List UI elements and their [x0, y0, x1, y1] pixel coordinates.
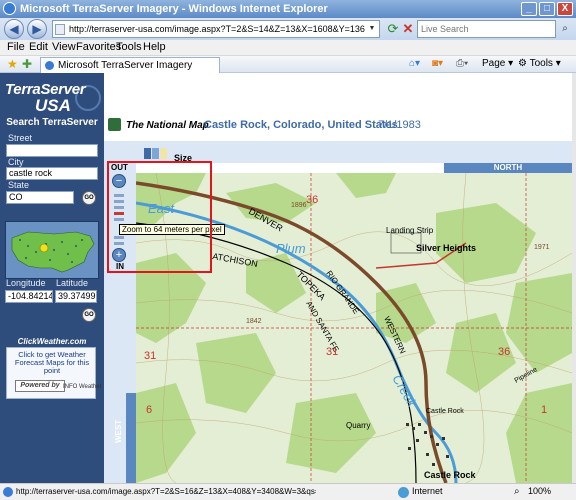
menu-view[interactable]: View	[52, 41, 76, 53]
zoom-level[interactable]: 100%	[528, 486, 551, 496]
menu-tools[interactable]: Tools	[116, 41, 142, 53]
latitude-label: Latitude	[56, 278, 89, 288]
page-icon	[55, 24, 65, 35]
tab-bar: ★ ✚ Microsoft TerraServer Imagery ⌂▾ ◙▾ …	[0, 56, 576, 73]
label-section-1: 1	[541, 404, 547, 416]
chevron-down-icon[interactable]: ▼	[366, 22, 378, 36]
national-map-logo-icon	[108, 118, 121, 131]
map-place: Castle Rock, Colorado, United States	[204, 119, 398, 131]
street-field[interactable]	[6, 144, 98, 157]
us-locator-map[interactable]	[5, 221, 99, 279]
zoom-control-highlight	[107, 161, 212, 273]
pan-north-button[interactable]: NORTH	[444, 163, 572, 173]
search-heading: Search TerraServer	[6, 117, 98, 128]
internet-explorer-icon	[3, 487, 13, 497]
city-field[interactable]: castle rock	[6, 167, 98, 180]
add-favorite-icon[interactable]: ✚	[22, 57, 32, 71]
menu-file[interactable]: File	[7, 41, 25, 53]
back-button[interactable]: ◀	[4, 19, 24, 39]
menu-bar: File Edit View Favorites Tools Help	[0, 40, 576, 56]
security-zone[interactable]: Internet	[412, 486, 443, 496]
label-section-31a: 31	[144, 350, 156, 362]
page-menu[interactable]: Page ▾	[482, 58, 513, 69]
main-content: The National Map Castle Rock, Colorado, …	[104, 73, 572, 483]
search-icon[interactable]: ⌕	[558, 22, 572, 36]
tab-terraserver[interactable]: Microsoft TerraServer Imagery	[40, 57, 220, 73]
label-plum: Plum	[276, 241, 306, 256]
home-icon[interactable]: ⌂▾	[409, 58, 420, 69]
address-input[interactable]: http://terraserver-usa.com/image.aspx?T=…	[52, 20, 380, 38]
gear-icon: ⚙	[518, 58, 527, 69]
label-section-36a: 36	[498, 346, 510, 358]
vertical-scrollbar[interactable]	[572, 73, 576, 483]
feeds-icon[interactable]: ◙▾	[432, 58, 443, 69]
terraserver-logo[interactable]: TerraServer USA	[5, 81, 101, 117]
state-label: State	[8, 180, 30, 190]
stop-button[interactable]: ✕	[401, 21, 415, 37]
west-label: WEST	[114, 419, 123, 443]
search-input[interactable]	[418, 21, 538, 37]
status-bar: http://terraserver-usa.com/image.aspx?T=…	[0, 483, 576, 500]
size-medium-button[interactable]	[152, 148, 159, 159]
clickweather-banner[interactable]: Click to get Weather Forecast Maps for t…	[6, 347, 102, 399]
tab-title: Microsoft TerraServer Imagery	[58, 60, 193, 71]
favorites-star-icon[interactable]: ★	[7, 57, 18, 71]
search-go-button[interactable]: GO	[82, 191, 96, 205]
status-url: http://terraserver-usa.com/image.aspx?T=…	[16, 487, 316, 496]
label-castle-rock-town: Castle Rock	[424, 470, 477, 480]
infoweather-logo: INFO Weather	[63, 384, 102, 390]
magnifier-icon: ⌕	[514, 486, 520, 497]
internet-explorer-icon	[45, 61, 54, 70]
longitude-label: Longitude	[6, 278, 46, 288]
label-section-36b: 36	[306, 194, 318, 206]
powered-by-badge: Powered by	[15, 380, 65, 392]
label-elevation-1896: 1896	[291, 202, 307, 209]
label-elevation-1842: 1842	[246, 318, 262, 325]
coordinates-go-button[interactable]: GO	[82, 308, 96, 322]
address-toolbar: ◀ ▶ http://terraserver-usa.com/image.asp…	[0, 18, 576, 40]
label-landing-strip: Landing Strip	[386, 226, 434, 235]
label-quarry: Quarry	[346, 421, 370, 430]
label-section-31b: 31	[326, 346, 338, 358]
globe-icon	[398, 487, 409, 498]
street-label: Street	[8, 133, 33, 143]
menu-edit[interactable]: Edit	[29, 41, 48, 53]
latitude-field[interactable]: 39.37499	[55, 290, 97, 303]
map-date: 7/1/1983	[378, 119, 421, 131]
size-small-button[interactable]	[144, 148, 151, 159]
tools-menu[interactable]: ⚙ Tools ▾	[518, 58, 561, 69]
maximize-button[interactable]: □	[539, 2, 555, 16]
longitude-field[interactable]: -104.84214	[5, 290, 53, 303]
label-elevation-1971: 1971	[534, 244, 550, 251]
internet-explorer-icon	[3, 2, 16, 15]
menu-favorites[interactable]: Favorites	[76, 41, 121, 53]
map-control-bar: Size	[104, 141, 572, 163]
city-label: City	[8, 157, 24, 167]
address-url: http://terraserver-usa.com/image.aspx?T=…	[69, 24, 365, 34]
search-box[interactable]	[417, 20, 556, 38]
us-map-graphic	[11, 231, 95, 273]
label-section-6: 6	[146, 404, 152, 416]
clickweather-title[interactable]: ClickWeather.com	[0, 337, 104, 346]
window-title: Microsoft TerraServer Imagery - Windows …	[20, 3, 328, 15]
print-icon[interactable]: ⎙▾	[456, 58, 468, 69]
menu-help[interactable]: Help	[143, 41, 166, 53]
minimize-button[interactable]: _	[521, 2, 537, 16]
map-source: The National Map	[126, 120, 209, 131]
pan-west-button[interactable]	[126, 393, 136, 483]
tools-menu-label: Tools	[529, 58, 553, 69]
forward-button[interactable]: ▶	[27, 19, 47, 39]
close-button[interactable]: X	[557, 2, 573, 16]
refresh-button[interactable]: ⟳	[386, 21, 400, 37]
sidebar: TerraServer USA Search TerraServer Stree…	[0, 73, 104, 483]
clickweather-text: Click to get Weather Forecast Maps for t…	[14, 350, 90, 375]
logo-line2: USA	[35, 96, 71, 115]
page-menu-label: Page	[482, 58, 506, 69]
window-title-bar: Microsoft TerraServer Imagery - Windows …	[0, 0, 576, 18]
label-castle-rock-small: Castle Rock	[426, 408, 464, 415]
label-silver-heights: Silver Heights	[416, 243, 476, 253]
size-large-button[interactable]	[160, 148, 167, 159]
map-header: The National Map Castle Rock, Colorado, …	[104, 111, 572, 139]
state-field[interactable]: CO	[6, 191, 74, 204]
